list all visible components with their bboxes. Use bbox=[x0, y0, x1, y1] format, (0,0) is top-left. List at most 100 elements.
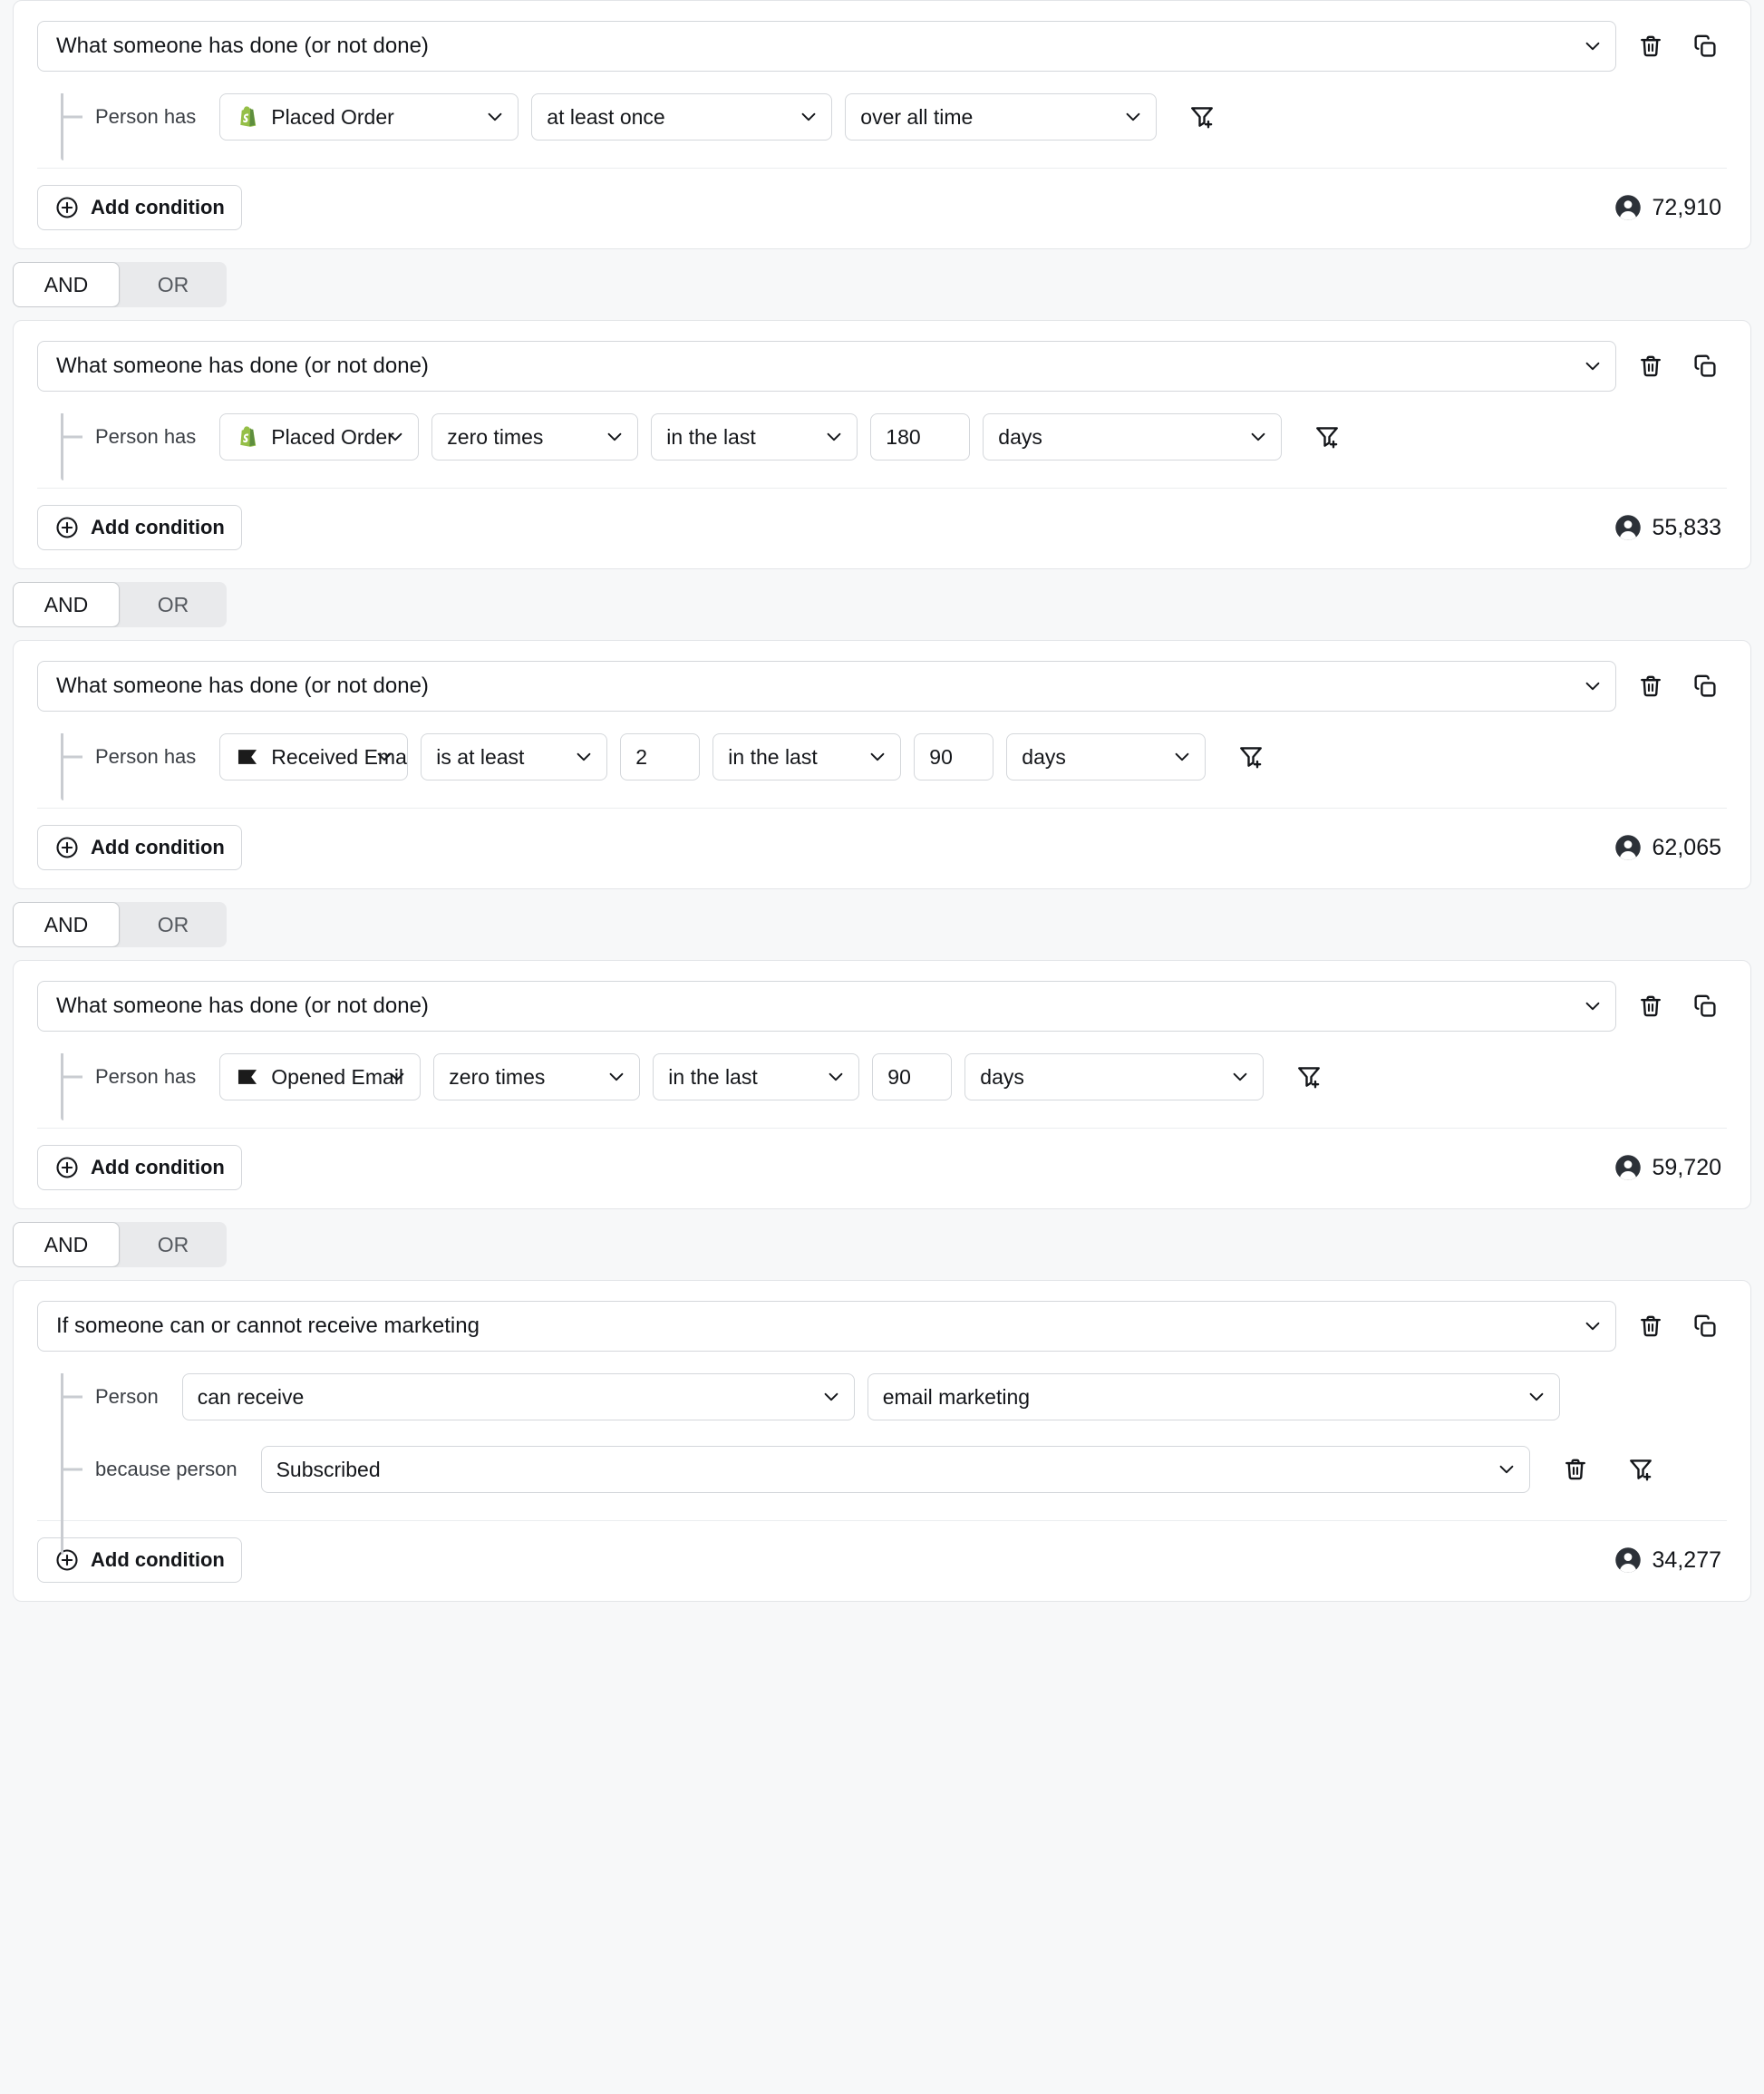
tree-tick bbox=[61, 1468, 82, 1471]
condition-group: What someone has done (or not done) Perso… bbox=[13, 960, 1751, 1209]
condition-select[interactable]: in the last bbox=[653, 1053, 860, 1100]
trash-icon[interactable] bbox=[1556, 1449, 1595, 1489]
trash-icon[interactable] bbox=[1631, 1306, 1671, 1346]
add-condition-button[interactable]: Add condition bbox=[37, 185, 242, 230]
condition-type-select[interactable]: If someone can or cannot receive marketi… bbox=[37, 1301, 1616, 1352]
filter-add-icon[interactable] bbox=[1289, 1057, 1329, 1097]
duplicate-icon[interactable] bbox=[1685, 986, 1725, 1026]
condition-select[interactable]: Placed Order bbox=[219, 413, 420, 460]
plus-circle-icon bbox=[54, 195, 80, 220]
trash-icon[interactable] bbox=[1631, 666, 1671, 706]
trash-icon[interactable] bbox=[1631, 986, 1671, 1026]
condition-tree: Person has Placed Order zero times in the l… bbox=[37, 413, 1727, 488]
condition-row: Person has Received Email is at least 2 in t… bbox=[61, 733, 1727, 780]
value-input[interactable]: 90 bbox=[872, 1053, 953, 1100]
add-condition-button[interactable]: Add condition bbox=[37, 1537, 242, 1583]
tree-tick bbox=[61, 115, 82, 119]
condition-select[interactable]: Opened Email bbox=[219, 1053, 422, 1100]
add-condition-button[interactable]: Add condition bbox=[37, 1145, 242, 1190]
trash-icon[interactable] bbox=[1631, 26, 1671, 66]
condition-select-value: zero times bbox=[449, 1064, 546, 1089]
klaviyo-icon bbox=[235, 1064, 260, 1090]
condition-type-select[interactable]: What someone has done (or not done) bbox=[37, 341, 1616, 392]
condition-select[interactable]: days bbox=[983, 413, 1283, 460]
condition-type-select[interactable]: What someone has done (or not done) bbox=[37, 661, 1616, 712]
value-input[interactable]: 180 bbox=[870, 413, 971, 460]
condition-row-label: Person has bbox=[95, 425, 197, 448]
chevron-down-icon bbox=[1497, 1459, 1517, 1479]
chevron-down-icon bbox=[605, 427, 625, 447]
condition-select-value: days bbox=[1022, 744, 1066, 769]
and-or-toggle[interactable]: AND OR bbox=[13, 582, 227, 627]
person-icon bbox=[1614, 834, 1642, 861]
add-condition-button[interactable]: Add condition bbox=[37, 505, 242, 550]
condition-type-select[interactable]: What someone has done (or not done) bbox=[37, 981, 1616, 1032]
condition-row: because person Subscribed bbox=[61, 1446, 1727, 1493]
condition-select[interactable]: Placed Order bbox=[219, 93, 519, 141]
and-or-toggle[interactable]: AND OR bbox=[13, 1222, 227, 1267]
condition-select[interactable]: days bbox=[964, 1053, 1265, 1100]
value-input[interactable]: 2 bbox=[620, 733, 701, 780]
condition-select-value: in the last bbox=[668, 1064, 758, 1089]
condition-select[interactable]: is at least bbox=[421, 733, 608, 780]
condition-select[interactable]: Subscribed bbox=[260, 1446, 1530, 1493]
condition-group-footer: Add condition 62,065 bbox=[37, 808, 1727, 888]
chevron-down-icon bbox=[824, 427, 844, 447]
condition-select[interactable]: at least once bbox=[531, 93, 833, 141]
filter-add-icon[interactable] bbox=[1231, 737, 1271, 777]
or-option[interactable]: OR bbox=[120, 1222, 227, 1267]
filter-add-icon[interactable] bbox=[1182, 97, 1222, 137]
condition-select-value: Placed Order bbox=[271, 424, 394, 449]
condition-row-label: Person has bbox=[95, 105, 197, 128]
trash-icon[interactable] bbox=[1631, 346, 1671, 386]
condition-select-value: days bbox=[980, 1064, 1024, 1089]
condition-select[interactable]: in the last bbox=[712, 733, 902, 780]
add-condition-label: Add condition bbox=[91, 836, 225, 858]
condition-select[interactable]: zero times bbox=[433, 1053, 641, 1100]
condition-select[interactable]: can receive bbox=[181, 1373, 855, 1420]
logic-operator: AND OR bbox=[0, 569, 1764, 640]
add-condition-label: Add condition bbox=[91, 196, 225, 218]
condition-select[interactable]: Received Email bbox=[219, 733, 409, 780]
duplicate-icon[interactable] bbox=[1685, 666, 1725, 706]
profile-count-value: 34,277 bbox=[1652, 1546, 1721, 1573]
condition-select[interactable]: days bbox=[1006, 733, 1207, 780]
condition-tree: Person has Placed Order at least once over … bbox=[37, 93, 1727, 168]
and-option[interactable]: AND bbox=[13, 582, 120, 627]
value-input[interactable]: 90 bbox=[914, 733, 994, 780]
condition-select[interactable]: zero times bbox=[431, 413, 639, 460]
or-option[interactable]: OR bbox=[120, 262, 227, 307]
filter-add-icon[interactable] bbox=[1307, 417, 1347, 457]
condition-group-header: If someone can or cannot receive marketi… bbox=[37, 1301, 1727, 1352]
condition-select-value: in the last bbox=[728, 744, 818, 769]
condition-group-header: What someone has done (or not done) bbox=[37, 21, 1727, 72]
or-option[interactable]: OR bbox=[120, 582, 227, 627]
condition-select-value: in the last bbox=[666, 424, 756, 449]
condition-select[interactable]: over all time bbox=[845, 93, 1158, 141]
and-option[interactable]: AND bbox=[13, 902, 120, 947]
condition-select[interactable]: email marketing bbox=[867, 1373, 1560, 1420]
and-option[interactable]: AND bbox=[13, 262, 120, 307]
condition-select[interactable]: in the last bbox=[651, 413, 858, 460]
chevron-down-icon bbox=[485, 107, 505, 127]
chevron-down-icon bbox=[826, 1067, 846, 1087]
or-option[interactable]: OR bbox=[120, 902, 227, 947]
condition-type-select[interactable]: What someone has done (or not done) bbox=[37, 21, 1616, 72]
and-or-toggle[interactable]: AND OR bbox=[13, 902, 227, 947]
and-or-toggle[interactable]: AND OR bbox=[13, 262, 227, 307]
shopify-icon bbox=[235, 424, 260, 450]
duplicate-icon[interactable] bbox=[1685, 26, 1725, 66]
chevron-down-icon bbox=[1583, 676, 1603, 696]
condition-select-value: days bbox=[998, 424, 1042, 449]
logic-operator: AND OR bbox=[0, 889, 1764, 960]
value-input-text: 90 bbox=[887, 1064, 911, 1089]
duplicate-icon[interactable] bbox=[1685, 346, 1725, 386]
chevron-down-icon bbox=[606, 1067, 626, 1087]
and-option[interactable]: AND bbox=[13, 1222, 120, 1267]
add-condition-button[interactable]: Add condition bbox=[37, 825, 242, 870]
duplicate-icon[interactable] bbox=[1685, 1306, 1725, 1346]
profile-count-value: 72,910 bbox=[1652, 194, 1721, 220]
condition-tree: Person has Opened Email zero times in the l… bbox=[37, 1053, 1727, 1128]
filter-add-icon[interactable] bbox=[1621, 1449, 1661, 1489]
value-input-text: 2 bbox=[635, 744, 648, 769]
